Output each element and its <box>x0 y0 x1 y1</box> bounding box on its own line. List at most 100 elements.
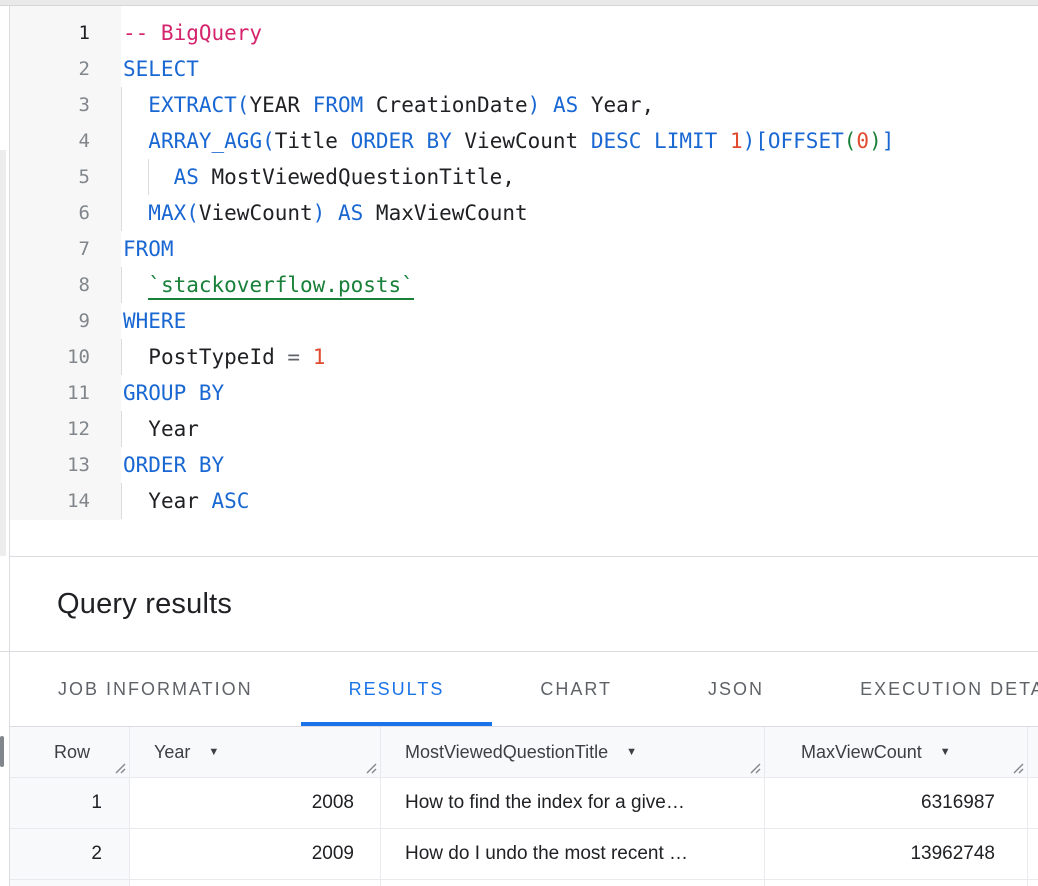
code-line: 11GROUP BY <box>10 375 1038 411</box>
column-header-extra <box>1028 727 1038 778</box>
code-token: ViewCount <box>199 201 313 225</box>
column-header-mostviewedquestiontitle[interactable]: MostViewedQuestionTitle ▼ <box>381 727 765 778</box>
code-line-content: ARRAY_AGG(Title ORDER BY ViewCount DESC … <box>121 123 1038 159</box>
code-line: 5 AS MostViewedQuestionTitle, <box>10 159 1038 195</box>
column-resize-handle[interactable] <box>113 761 126 774</box>
cell-partial-row <box>10 880 130 886</box>
cell-year: 2008 <box>130 778 381 829</box>
code-token <box>540 93 553 117</box>
code-line: 6 MAX(ViewCount) AS MaxViewCount <box>10 195 1038 231</box>
editor-scroll-track[interactable] <box>0 150 6 556</box>
indent-guide-line <box>121 267 122 303</box>
code-token: AS <box>338 201 363 225</box>
code-token: YEAR <box>249 93 300 117</box>
code-token <box>123 273 148 297</box>
tab-chart[interactable]: CHART <box>492 652 660 726</box>
code-token <box>300 345 313 369</box>
tab-json[interactable]: JSON <box>660 652 812 726</box>
code-line: 14 Year ASC <box>10 483 1038 519</box>
column-header-label: MaxViewCount <box>801 742 922 763</box>
cell-extra <box>1028 829 1038 880</box>
code-token: SELECT <box>123 57 199 81</box>
indent-guide-line <box>121 195 122 231</box>
cell-title: How to find the index for a give… <box>381 778 765 829</box>
column-header-label: MostViewedQuestionTitle <box>405 742 608 763</box>
cell-partial-row <box>381 880 765 886</box>
cell-year: 2009 <box>130 829 381 880</box>
code-line-content: ORDER BY <box>121 447 1038 483</box>
code-token: Year <box>148 489 211 513</box>
dropdown-arrow-icon[interactable]: ▼ <box>208 746 219 758</box>
code-line-content: -- BigQuery <box>121 15 1038 51</box>
line-number: 6 <box>10 195 121 231</box>
code-token <box>325 201 338 225</box>
indent-guide-line <box>121 87 122 123</box>
column-resize-handle[interactable] <box>1011 761 1024 774</box>
tab-execution-details[interactable]: EXECUTION DETAILS <box>812 652 1038 726</box>
code-token: )[OFFSET <box>743 129 844 153</box>
results-tab-bar: JOB INFORMATIONRESULTSCHARTJSONEXECUTION… <box>10 652 1038 727</box>
code-token: MAX( <box>148 201 199 225</box>
indent-guide-line <box>121 159 122 195</box>
dropdown-arrow-icon[interactable]: ▼ <box>626 746 637 758</box>
tab-job-information[interactable]: JOB INFORMATION <box>10 652 301 726</box>
cell-row-number: 1 <box>10 778 130 829</box>
code-area[interactable]: 1-- BigQuery2SELECT3 EXTRACT(YEAR FROM C… <box>10 6 1038 519</box>
code-token <box>123 93 148 117</box>
code-token <box>123 201 148 225</box>
line-number: 4 <box>10 123 121 159</box>
code-line-content: PostTypeId = 1 <box>121 339 1038 375</box>
cell-partial-row <box>1028 880 1038 886</box>
code-token: ( <box>844 129 857 153</box>
code-token: ORDER BY <box>123 453 224 477</box>
indent-guide-line <box>121 339 122 375</box>
indent-guide-line <box>148 159 149 195</box>
line-number: 12 <box>10 411 121 447</box>
code-line: 8 `stackoverflow.posts` <box>10 267 1038 303</box>
code-token <box>717 129 730 153</box>
query-results-title: Query results <box>57 588 232 621</box>
code-token: FROM <box>313 93 364 117</box>
line-number: 10 <box>10 339 121 375</box>
line-number: 8 <box>10 267 121 303</box>
code-line-content: GROUP BY <box>121 375 1038 411</box>
code-line-content: WHERE <box>121 303 1038 339</box>
code-line: 2SELECT <box>10 51 1038 87</box>
cell-title: How do I undo the most recent … <box>381 829 765 880</box>
column-resize-handle[interactable] <box>364 761 377 774</box>
line-number: 1 <box>10 15 121 51</box>
code-token: ViewCount <box>452 129 591 153</box>
code-line: 13ORDER BY <box>10 447 1038 483</box>
sql-editor[interactable]: 1-- BigQuery2SELECT3 EXTRACT(YEAR FROM C… <box>10 6 1038 557</box>
code-token <box>123 489 148 513</box>
line-number: 14 <box>10 483 121 519</box>
tab-results[interactable]: RESULTS <box>301 652 493 726</box>
code-token: ) <box>313 201 326 225</box>
cell-row-number: 2 <box>10 829 130 880</box>
code-line-content: EXTRACT(YEAR FROM CreationDate) AS Year, <box>121 87 1038 123</box>
code-token: ] <box>882 129 895 153</box>
line-number: 5 <box>10 159 121 195</box>
dropdown-arrow-icon[interactable]: ▼ <box>940 746 951 758</box>
code-line: 12 Year <box>10 411 1038 447</box>
cell-max-view-count: 13962748 <box>765 829 1028 880</box>
column-header-row[interactable]: Row <box>10 727 130 778</box>
code-token: EXTRACT( <box>148 93 249 117</box>
code-token: DESC LIMIT <box>591 129 717 153</box>
code-line-content: MAX(ViewCount) AS MaxViewCount <box>121 195 1038 231</box>
code-token: MostViewedQuestionTitle, <box>199 165 515 189</box>
code-line: 9WHERE <box>10 303 1038 339</box>
results-table: RowYear▼MostViewedQuestionTitle▼MaxViewC… <box>10 727 1038 886</box>
indent-guide-line <box>121 411 122 447</box>
vertical-scrollbar-thumb[interactable] <box>0 736 4 767</box>
code-token: ASC <box>212 489 250 513</box>
code-token: 1 <box>730 129 743 153</box>
code-token: GROUP BY <box>123 381 224 405</box>
code-line-content: SELECT <box>121 51 1038 87</box>
code-line-content: AS MostViewedQuestionTitle, <box>121 159 1038 195</box>
column-header-year[interactable]: Year▼ <box>130 727 381 778</box>
code-token: ) <box>528 93 541 117</box>
column-resize-handle[interactable] <box>748 761 761 774</box>
code-token: ARRAY_AGG( <box>148 129 274 153</box>
column-header-maxviewcount[interactable]: MaxViewCount ▼ <box>765 727 1028 778</box>
